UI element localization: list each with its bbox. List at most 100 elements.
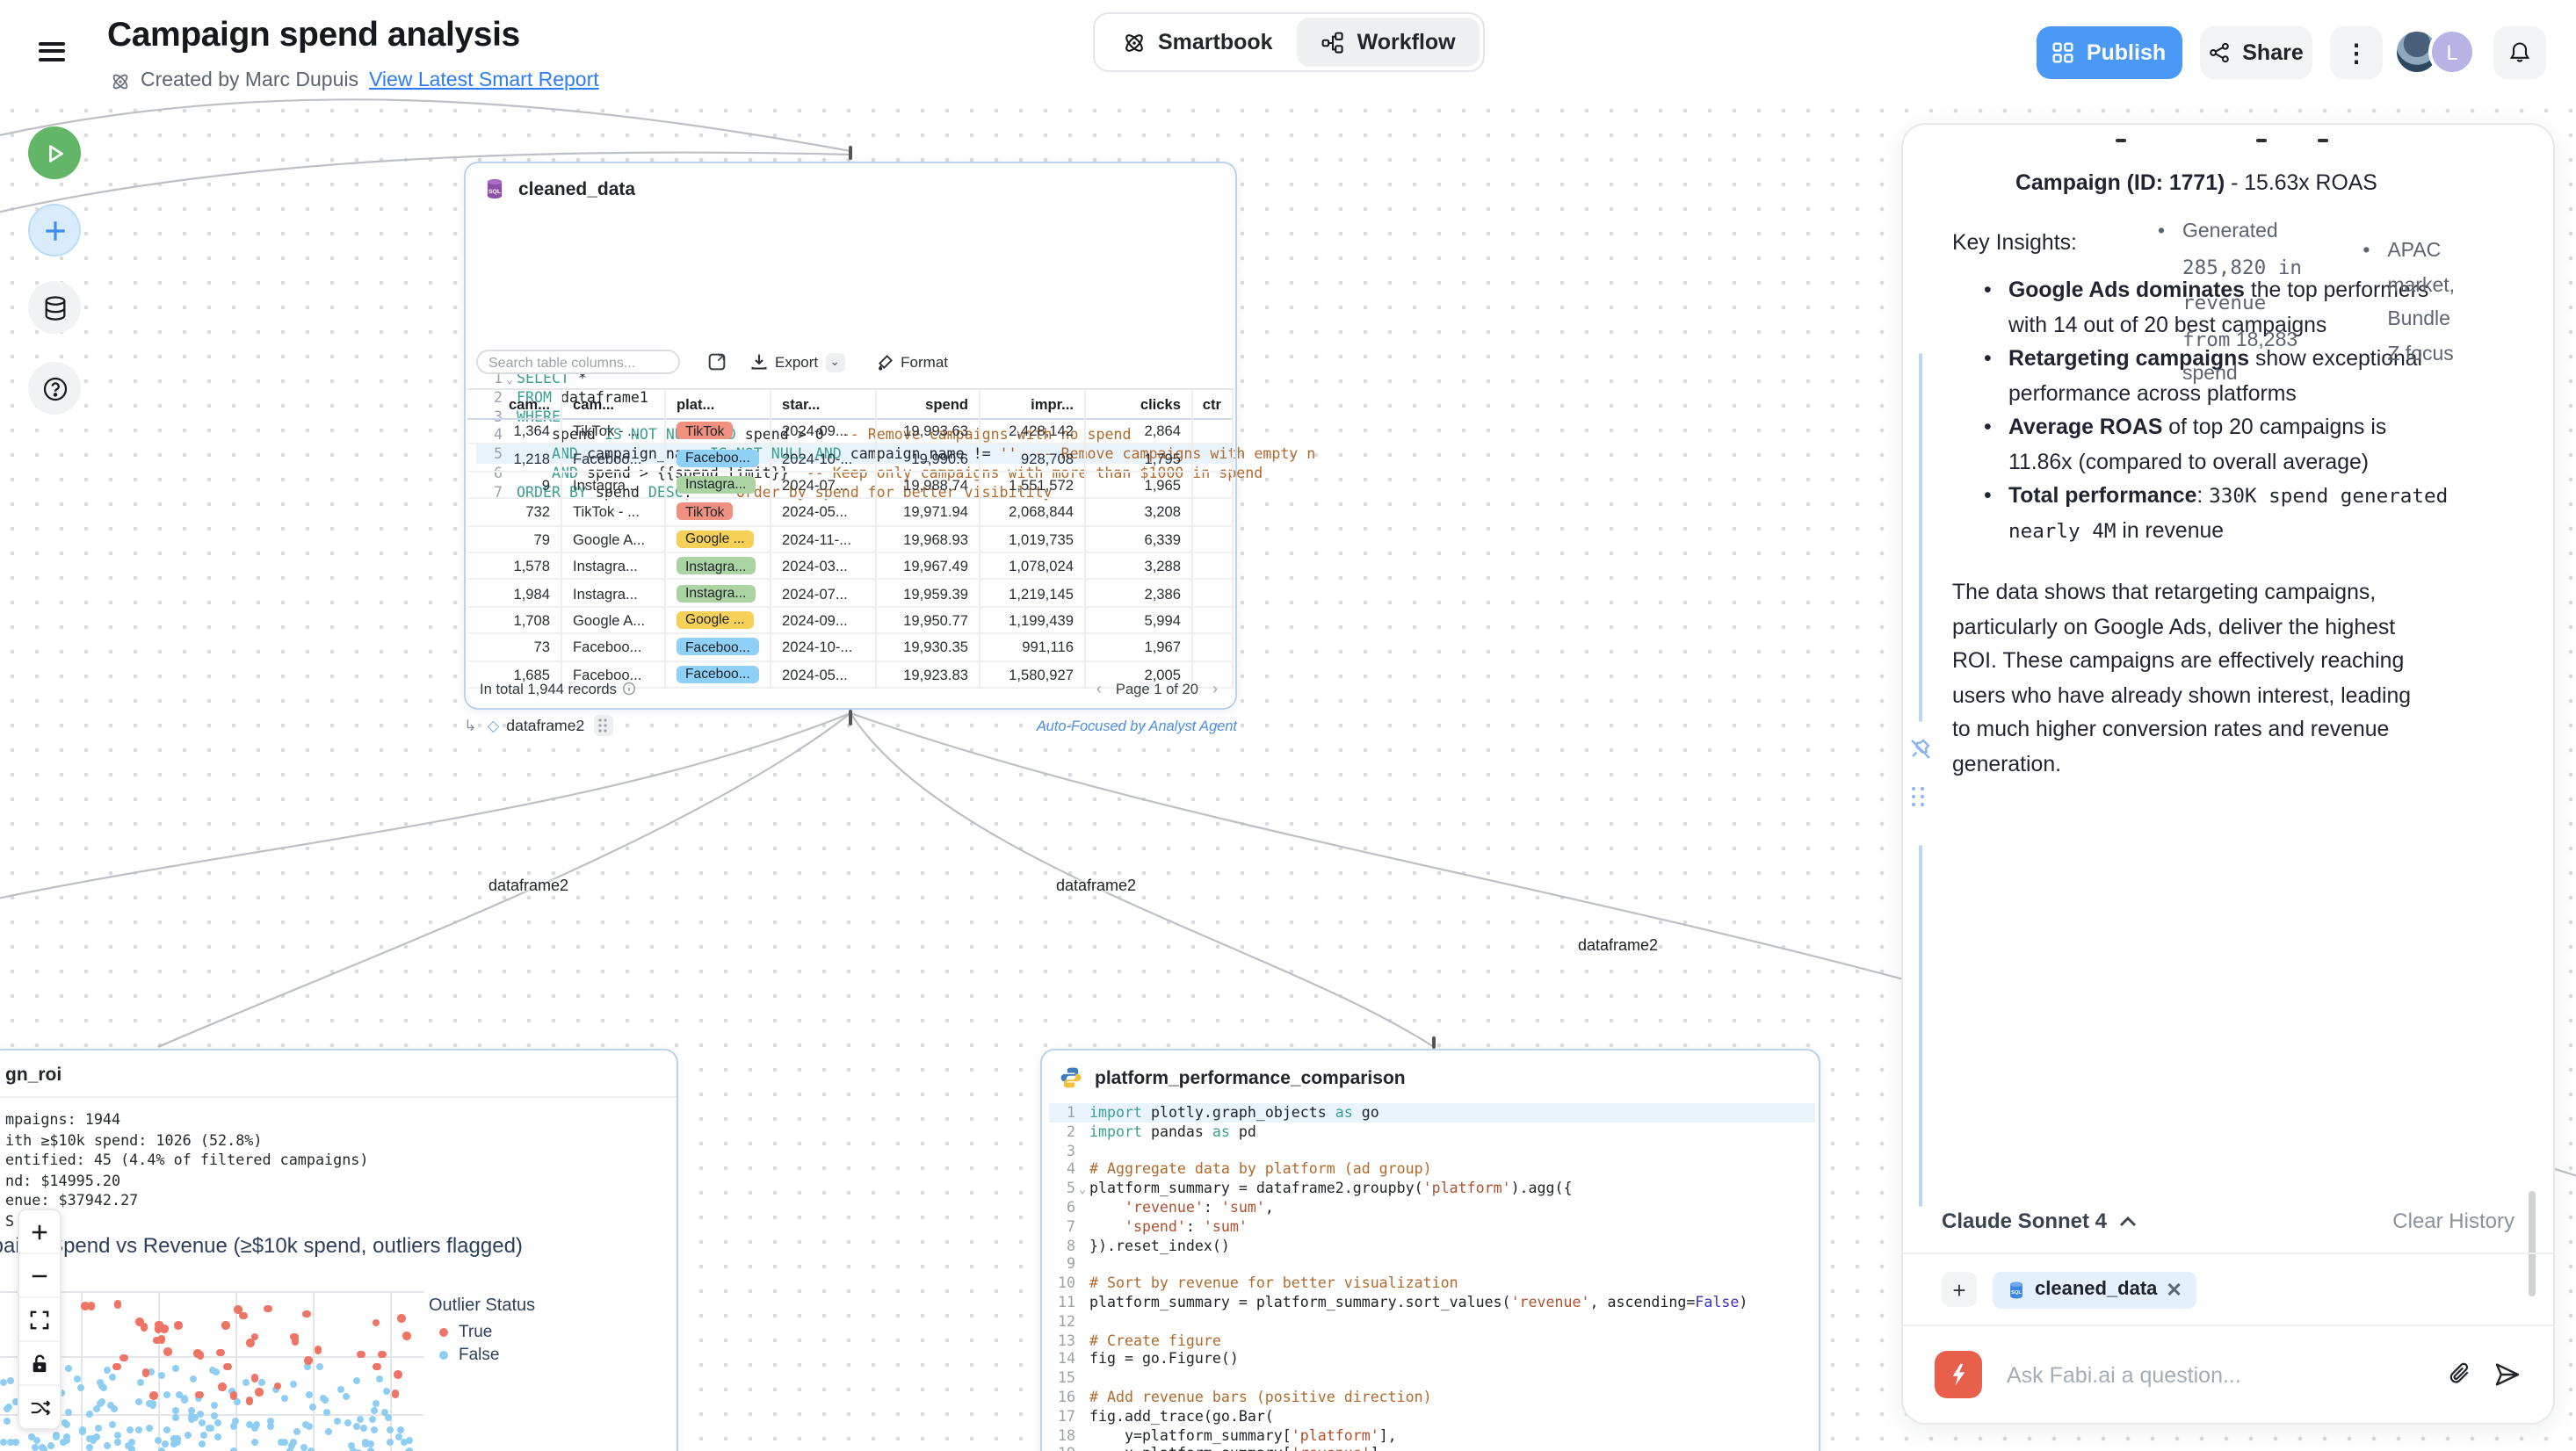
drag-dots-icon[interactable] — [1910, 785, 1926, 808]
publish-button[interactable]: Publish — [2037, 26, 2182, 79]
column-header[interactable]: impr... — [980, 390, 1086, 418]
scatter-point — [109, 1420, 116, 1427]
code-line[interactable]: 14fig = go.Figure() — [1049, 1350, 1815, 1369]
model-selector[interactable]: Claude Sonnet 4 — [1942, 1209, 2137, 1233]
lock-button[interactable] — [19, 1342, 60, 1386]
scatter-plot[interactable] — [0, 1291, 423, 1451]
table-row[interactable]: 1,708Google A...Google ...2024-09...19,9… — [467, 607, 1234, 634]
code-line[interactable]: 18 y=platform_summary['platform'], — [1049, 1426, 1815, 1445]
tab-workflow[interactable]: Workflow — [1298, 18, 1480, 67]
code-line[interactable]: 2import pandas as pd — [1049, 1123, 1815, 1142]
scatter-point — [127, 1426, 134, 1433]
export-button[interactable]: Export ⌄ — [750, 352, 844, 372]
code-line[interactable]: 3 — [1049, 1141, 1815, 1160]
legend-item[interactable]: True — [439, 1323, 535, 1342]
code-line[interactable]: 11platform_summary = platform_summary.so… — [1049, 1293, 1815, 1312]
column-header[interactable]: ctr — [1193, 390, 1234, 418]
code-line[interactable]: 8}).reset_index() — [1049, 1236, 1815, 1255]
python-code-editor[interactable]: 1import plotly.graph_objects as go2impor… — [1049, 1103, 1815, 1451]
shuffle-button[interactable] — [19, 1386, 60, 1428]
hamburger-menu-button[interactable] — [39, 42, 65, 60]
column-header[interactable]: cam... — [562, 390, 666, 418]
code-line[interactable]: 16# Add revenue bars (positive direction… — [1049, 1388, 1815, 1407]
table-row[interactable]: 1,984Instagra...Instagra...2024-07...19,… — [467, 581, 1234, 608]
zoom-in-button[interactable] — [19, 1210, 60, 1254]
prev-page-icon[interactable]: ‹ — [1096, 680, 1102, 697]
code-line[interactable]: 9 — [1049, 1255, 1815, 1274]
drag-handle-icon[interactable] — [593, 715, 612, 736]
code-line[interactable]: 15 — [1049, 1368, 1815, 1388]
node-campaign-roi[interactable]: gn_roi mpaigns: 1944ith ≥$10k spend: 102… — [0, 1049, 678, 1451]
scatter-point — [402, 1332, 410, 1339]
scatter-point — [267, 1423, 274, 1430]
more-options-button[interactable]: ⋮ — [2330, 26, 2383, 79]
run-workflow-button[interactable] — [28, 126, 81, 179]
attach-file-icon[interactable] — [2446, 1361, 2472, 1388]
code-line[interactable]: 12 — [1049, 1312, 1815, 1332]
column-header[interactable]: star... — [771, 390, 877, 418]
table-row[interactable]: 9Instagra...Instagra...2024-07...19,988.… — [467, 473, 1234, 500]
table-row[interactable]: 79Google A...Google ...2024-11-...19,968… — [467, 526, 1234, 553]
node-platform-performance-comparison[interactable]: platform_performance_comparison 1import … — [1040, 1049, 1820, 1451]
table-row[interactable]: 1,218Faceboo...Faceboo...2024-10-...19,9… — [467, 445, 1234, 473]
clear-history-button[interactable]: Clear History — [2392, 1209, 2514, 1233]
tab-smartbook[interactable]: Smartbook — [1098, 18, 1298, 67]
output-dataframe-tag[interactable]: dataframe2 — [506, 717, 584, 734]
code-line[interactable]: 6 'revenue': 'sum', — [1049, 1198, 1815, 1217]
next-page-icon[interactable]: › — [1212, 680, 1218, 697]
code-line[interactable]: 7 'spend': 'sum' — [1049, 1217, 1815, 1237]
code-line[interactable]: 17fig.add_trace(go.Bar( — [1049, 1407, 1815, 1426]
scatter-point — [62, 1437, 69, 1444]
help-button[interactable] — [28, 362, 81, 415]
platform-badge: Faceboo... — [677, 639, 759, 656]
bell-icon — [2507, 40, 2532, 65]
created-by-text: Created by Marc Dupuis — [141, 70, 358, 91]
code-line[interactable]: 13# Create figure — [1049, 1331, 1815, 1350]
result-table[interactable]: 1,364TikTok - ...TikTok2024-09...19,993.… — [467, 418, 1234, 689]
table-row[interactable]: 732TikTok - ...TikTok2024-05...19,971.94… — [467, 499, 1234, 526]
code-line[interactable]: 19 x=platform_summary['revenue'], — [1049, 1445, 1815, 1451]
add-node-button[interactable] — [28, 204, 81, 256]
code-line[interactable]: 4# Aggregate data by platform (ad group) — [1049, 1160, 1815, 1180]
export-options-chevron[interactable]: ⌄ — [825, 352, 844, 372]
column-header[interactable]: spend — [877, 390, 980, 418]
zoom-out-button[interactable] — [19, 1254, 60, 1298]
fit-view-button[interactable] — [19, 1298, 60, 1342]
avatar[interactable]: L — [2428, 28, 2476, 76]
table-row[interactable]: 1,578Instagra...Instagra...2024-03...19,… — [467, 553, 1234, 581]
column-header[interactable]: cam... — [467, 390, 562, 418]
chat-question-input[interactable] — [2003, 1361, 2425, 1389]
legend-item[interactable]: False — [439, 1346, 535, 1365]
search-table-columns-input[interactable] — [476, 350, 680, 374]
column-header[interactable]: plat... — [666, 390, 771, 418]
format-button[interactable]: Format — [876, 353, 948, 371]
scatter-legend[interactable]: Outlier Status TrueFalse — [429, 1296, 535, 1365]
scatter-point — [99, 1382, 106, 1389]
scatter-point — [141, 1369, 149, 1377]
data-sources-button[interactable] — [28, 281, 81, 334]
add-context-button[interactable]: + — [1942, 1272, 1977, 1307]
send-message-icon[interactable] — [2493, 1361, 2522, 1388]
code-line[interactable]: 1import plotly.graph_objects as go — [1049, 1103, 1815, 1123]
scatter-point — [215, 1433, 222, 1440]
smartbook-atom-icon — [1123, 31, 1146, 54]
view-latest-smart-report-link[interactable]: View Latest Smart Report — [369, 70, 599, 91]
expand-table-icon[interactable] — [708, 353, 726, 371]
share-button[interactable]: Share — [2200, 26, 2312, 79]
scatter-point — [47, 1443, 54, 1450]
bullet-item: •APAC market, Bundle Z focus — [2363, 236, 2500, 373]
code-line[interactable]: 10# Sort by revenue for better visualiza… — [1049, 1274, 1815, 1293]
notifications-button[interactable] — [2493, 26, 2546, 79]
column-header[interactable]: clicks — [1086, 390, 1193, 418]
node-cleaned-data[interactable]: SQL cleaned_data 1⌄SELECT *2FROM datafra… — [464, 162, 1237, 710]
unpin-icon[interactable] — [1908, 736, 1933, 761]
code-line[interactable]: 5⌄platform_summary = dataframe2.groupby(… — [1049, 1179, 1815, 1198]
table-row[interactable]: 73Faceboo...Faceboo...2024-10-...19,930.… — [467, 634, 1234, 661]
bullet-item: •Generated 285,820 in revenue from 18,28… — [2158, 216, 2352, 393]
scatter-point — [104, 1442, 111, 1449]
scatter-point — [290, 1333, 298, 1341]
remove-context-icon[interactable]: ✕ — [2166, 1278, 2182, 1301]
mode-toggle: Smartbook Workflow — [1093, 12, 1486, 72]
context-chip-cleaned-data[interactable]: SQL cleaned_data ✕ — [1993, 1271, 2196, 1308]
table-row[interactable]: 1,364TikTok - ...TikTok2024-09...19,993.… — [467, 418, 1234, 445]
